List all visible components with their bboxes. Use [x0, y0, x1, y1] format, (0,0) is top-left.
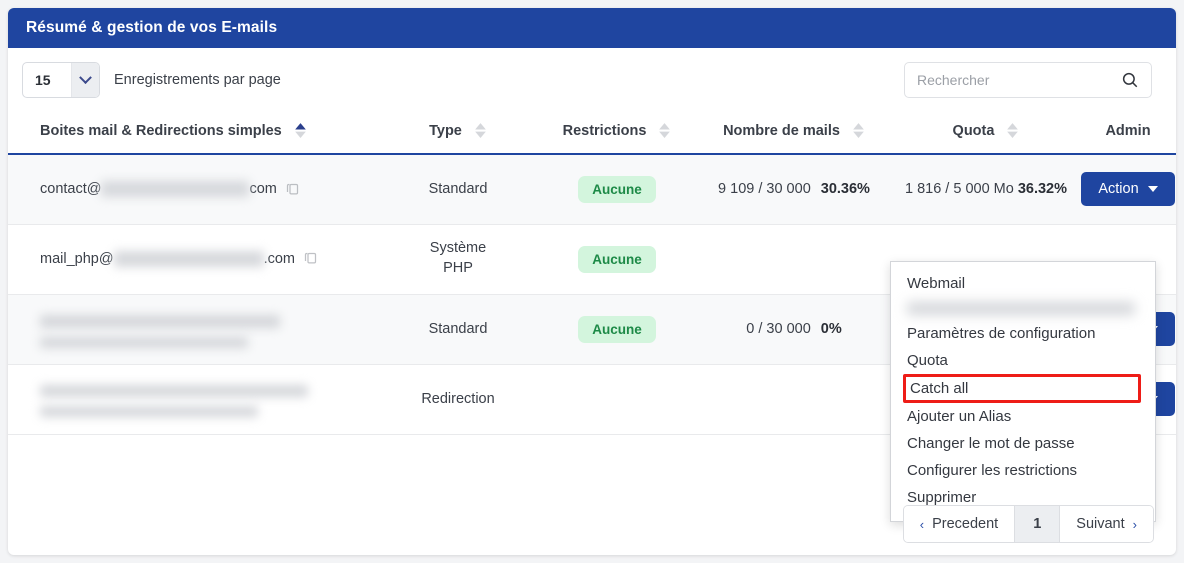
copy-icon[interactable]: [303, 251, 318, 266]
menu-item-configure-restrictions[interactable]: Configurer les restrictions: [891, 457, 1155, 484]
cell-mail-count: 9 109 / 30 000 30.36%: [696, 154, 892, 225]
cell-type: Standard: [378, 294, 538, 365]
page-title: Résumé & gestion de vos E-mails: [26, 19, 278, 36]
cell-admin: Action: [1080, 154, 1176, 225]
card-header: Résumé & gestion de vos E-mails: [8, 8, 1176, 48]
cell-type: Système PHP: [378, 224, 538, 295]
column-header-mail-count[interactable]: Nombre de mails: [696, 112, 892, 155]
status-badge: Aucune: [578, 245, 656, 273]
mail-count-value: 9 109 / 30 000: [718, 181, 811, 198]
status-badge: Aucune: [578, 315, 656, 343]
emails-card: Résumé & gestion de vos E-mails 15 Enreg…: [8, 8, 1176, 555]
action-button-label: Action: [1098, 181, 1139, 198]
column-label: Admin: [1105, 122, 1151, 139]
column-header-type[interactable]: Type: [378, 112, 538, 155]
chevron-right-icon: ›: [1132, 516, 1137, 532]
app-background: Résumé & gestion de vos E-mails 15 Enreg…: [0, 0, 1184, 563]
table-head: Boites mail & Redirections simples Type: [8, 112, 1176, 155]
pagination-prev-label: Precedent: [932, 516, 999, 532]
mail-count-percent: 0%: [820, 321, 842, 337]
menu-item-webmail[interactable]: Webmail: [891, 270, 1155, 297]
per-page-select[interactable]: 15: [22, 62, 100, 98]
mailbox-address: [40, 385, 308, 397]
cell-type: Redirection: [378, 364, 538, 435]
column-label: Quota: [952, 122, 995, 139]
quota-percent: 36.32%: [1017, 181, 1067, 198]
column-label: Restrictions: [562, 122, 647, 139]
status-badge: Aucune: [578, 175, 656, 203]
cell-mailbox: contact@ com: [8, 154, 378, 225]
menu-item-add-alias[interactable]: Ajouter un Alias: [891, 403, 1155, 430]
menu-item-redacted[interactable]: [891, 297, 1155, 320]
column-label: Type: [429, 122, 462, 139]
search-icon[interactable]: [1121, 71, 1139, 89]
mailbox-address: [40, 314, 280, 328]
column-header-admin: Admin: [1080, 112, 1176, 155]
menu-item-quota[interactable]: Quota: [891, 347, 1155, 374]
column-header-restrictions[interactable]: Restrictions: [538, 112, 696, 155]
cell-restriction: Aucune: [538, 154, 696, 225]
menu-item-catch-all[interactable]: Catch all: [903, 374, 1141, 403]
pagination-next-button[interactable]: Suivant ›: [1060, 506, 1153, 542]
copy-icon[interactable]: [285, 182, 300, 197]
cell-mail-count: [696, 364, 892, 435]
table-header-row: Boites mail & Redirections simples Type: [8, 112, 1176, 155]
mail-count-value: 0 / 30 000: [746, 321, 811, 337]
sort-icon[interactable]: [1006, 122, 1019, 139]
mailbox-address: mail_php@ .com: [40, 250, 295, 268]
cell-type: Standard: [378, 154, 538, 225]
pagination-prev-button[interactable]: ‹ Precedent: [903, 506, 1015, 542]
per-page-value: 15: [35, 72, 51, 88]
per-page-control: 15 Enregistrements par page: [22, 62, 281, 98]
table-row: contact@ com Standard Aucune 9 109 / 30 …: [8, 154, 1176, 225]
action-button[interactable]: Action: [1081, 172, 1175, 207]
pagination: ‹ Precedent 1 Suivant ›: [902, 505, 1154, 543]
mail-count-percent: 30.36%: [820, 181, 870, 198]
column-label: Nombre de mails: [723, 122, 840, 139]
quota-value: 1 816 / 5 000 Mo: [904, 181, 1014, 198]
cell-restriction: Aucune: [538, 294, 696, 365]
table-toolbar: 15 Enregistrements par page: [8, 48, 1176, 112]
cell-mailbox: mail_php@ .com: [8, 224, 378, 295]
column-label: Boites mail & Redirections simples: [40, 122, 282, 139]
menu-item-change-password[interactable]: Changer le mot de passe: [891, 430, 1155, 457]
pagination-next-label: Suivant: [1076, 516, 1125, 532]
chevron-down-icon: [71, 63, 99, 97]
sort-icon[interactable]: [852, 122, 865, 139]
caret-down-icon: [1147, 186, 1158, 193]
cell-quota: 1 816 / 5 000 Mo 36.32%: [892, 154, 1080, 225]
cell-mail-count: 0 / 30 000 0%: [696, 294, 892, 365]
column-header-quota[interactable]: Quota: [892, 112, 1080, 155]
pagination-current-page[interactable]: 1: [1014, 506, 1061, 542]
mailbox-address: contact@ com: [40, 181, 277, 198]
action-dropdown-menu: Webmail Paramètres de configuration Quot…: [890, 261, 1156, 522]
cell-mailbox: [8, 364, 378, 435]
cell-restriction: Aucune: [538, 224, 696, 295]
menu-item-configuration-parameters[interactable]: Paramètres de configuration: [891, 320, 1155, 347]
search-box[interactable]: [904, 62, 1152, 98]
search-input[interactable]: [905, 72, 1121, 88]
sort-icon[interactable]: [474, 122, 487, 139]
cell-mailbox: [8, 294, 378, 365]
sort-icon[interactable]: [658, 122, 671, 139]
per-page-label: Enregistrements par page: [114, 72, 281, 88]
chevron-left-icon: ‹: [919, 516, 925, 532]
cell-mail-count: [696, 224, 892, 295]
column-header-mailboxes[interactable]: Boites mail & Redirections simples: [8, 112, 378, 155]
cell-restriction: [538, 364, 696, 435]
sort-icon[interactable]: [294, 122, 307, 139]
